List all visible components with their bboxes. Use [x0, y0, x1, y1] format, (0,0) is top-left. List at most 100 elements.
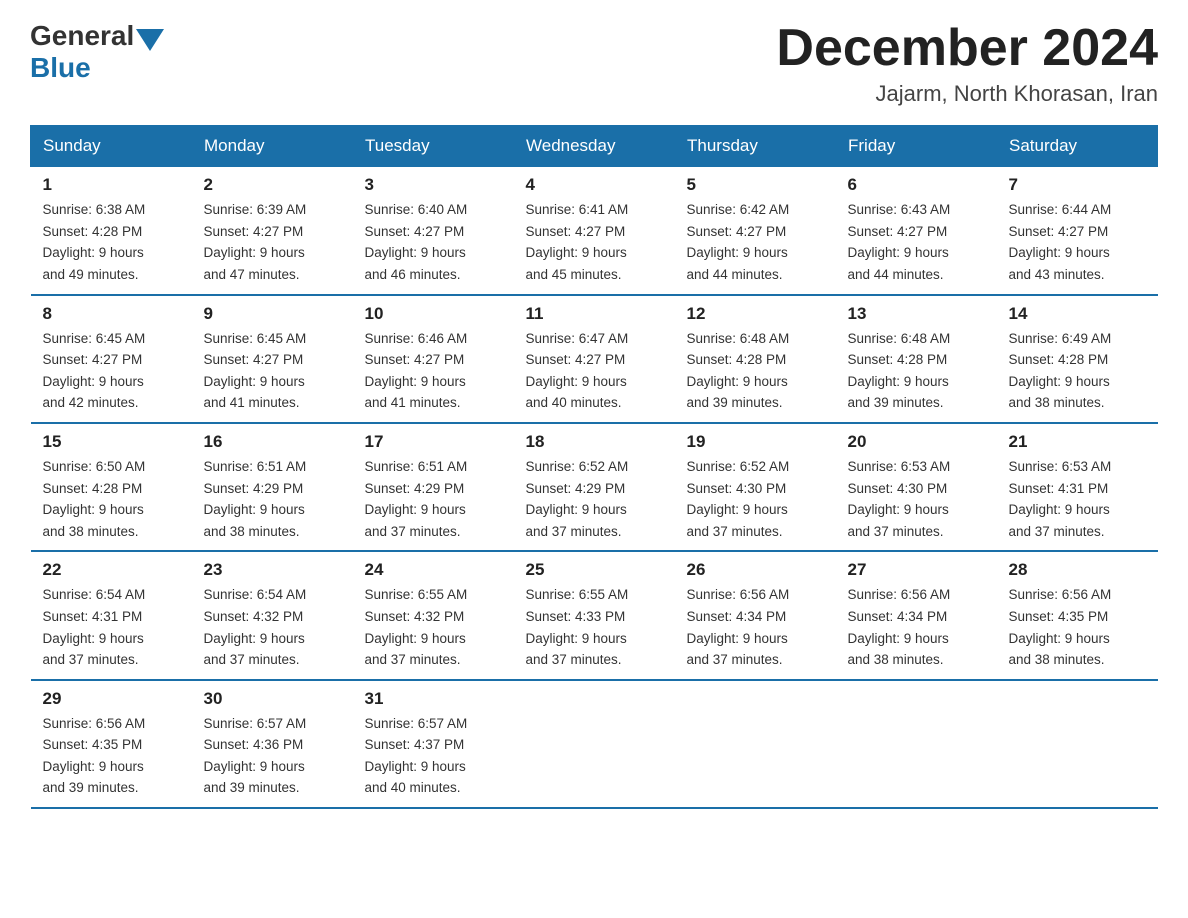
day-info: Sunrise: 6:43 AMSunset: 4:27 PMDaylight:… [848, 199, 985, 285]
day-info: Sunrise: 6:55 AMSunset: 4:32 PMDaylight:… [365, 584, 502, 670]
day-info: Sunrise: 6:53 AMSunset: 4:30 PMDaylight:… [848, 456, 985, 542]
day-info: Sunrise: 6:56 AMSunset: 4:34 PMDaylight:… [848, 584, 985, 670]
calendar-cell: 29 Sunrise: 6:56 AMSunset: 4:35 PMDaylig… [31, 680, 192, 808]
day-info: Sunrise: 6:42 AMSunset: 4:27 PMDaylight:… [687, 199, 824, 285]
day-info: Sunrise: 6:57 AMSunset: 4:36 PMDaylight:… [204, 713, 341, 799]
calendar-cell: 17 Sunrise: 6:51 AMSunset: 4:29 PMDaylig… [353, 423, 514, 551]
calendar-week-row: 22 Sunrise: 6:54 AMSunset: 4:31 PMDaylig… [31, 551, 1158, 679]
day-number: 11 [526, 304, 663, 324]
day-number: 25 [526, 560, 663, 580]
day-number: 5 [687, 175, 824, 195]
day-number: 21 [1009, 432, 1146, 452]
day-number: 20 [848, 432, 985, 452]
day-number: 6 [848, 175, 985, 195]
calendar-cell: 8 Sunrise: 6:45 AMSunset: 4:27 PMDayligh… [31, 295, 192, 423]
weekday-header-row: SundayMondayTuesdayWednesdayThursdayFrid… [31, 126, 1158, 167]
day-number: 30 [204, 689, 341, 709]
day-info: Sunrise: 6:54 AMSunset: 4:31 PMDaylight:… [43, 584, 180, 670]
calendar-week-row: 29 Sunrise: 6:56 AMSunset: 4:35 PMDaylig… [31, 680, 1158, 808]
calendar-cell: 3 Sunrise: 6:40 AMSunset: 4:27 PMDayligh… [353, 167, 514, 295]
day-info: Sunrise: 6:56 AMSunset: 4:35 PMDaylight:… [1009, 584, 1146, 670]
day-number: 17 [365, 432, 502, 452]
title-section: December 2024 Jajarm, North Khorasan, Ir… [776, 20, 1158, 107]
calendar-week-row: 15 Sunrise: 6:50 AMSunset: 4:28 PMDaylig… [31, 423, 1158, 551]
calendar-cell: 18 Sunrise: 6:52 AMSunset: 4:29 PMDaylig… [514, 423, 675, 551]
day-number: 31 [365, 689, 502, 709]
day-info: Sunrise: 6:46 AMSunset: 4:27 PMDaylight:… [365, 328, 502, 414]
calendar-week-row: 1 Sunrise: 6:38 AMSunset: 4:28 PMDayligh… [31, 167, 1158, 295]
calendar-cell: 21 Sunrise: 6:53 AMSunset: 4:31 PMDaylig… [997, 423, 1158, 551]
day-info: Sunrise: 6:52 AMSunset: 4:30 PMDaylight:… [687, 456, 824, 542]
calendar-cell: 12 Sunrise: 6:48 AMSunset: 4:28 PMDaylig… [675, 295, 836, 423]
calendar-cell: 28 Sunrise: 6:56 AMSunset: 4:35 PMDaylig… [997, 551, 1158, 679]
day-number: 3 [365, 175, 502, 195]
weekday-header-wednesday: Wednesday [514, 126, 675, 167]
day-info: Sunrise: 6:57 AMSunset: 4:37 PMDaylight:… [365, 713, 502, 799]
day-info: Sunrise: 6:50 AMSunset: 4:28 PMDaylight:… [43, 456, 180, 542]
day-number: 1 [43, 175, 180, 195]
day-number: 14 [1009, 304, 1146, 324]
day-number: 2 [204, 175, 341, 195]
day-number: 13 [848, 304, 985, 324]
logo-blue-text: Blue [30, 52, 91, 84]
calendar-cell: 10 Sunrise: 6:46 AMSunset: 4:27 PMDaylig… [353, 295, 514, 423]
calendar-cell: 16 Sunrise: 6:51 AMSunset: 4:29 PMDaylig… [192, 423, 353, 551]
weekday-header-friday: Friday [836, 126, 997, 167]
day-number: 15 [43, 432, 180, 452]
day-number: 10 [365, 304, 502, 324]
day-info: Sunrise: 6:47 AMSunset: 4:27 PMDaylight:… [526, 328, 663, 414]
weekday-header-sunday: Sunday [31, 126, 192, 167]
weekday-header-thursday: Thursday [675, 126, 836, 167]
calendar-cell: 4 Sunrise: 6:41 AMSunset: 4:27 PMDayligh… [514, 167, 675, 295]
day-number: 26 [687, 560, 824, 580]
day-info: Sunrise: 6:41 AMSunset: 4:27 PMDaylight:… [526, 199, 663, 285]
calendar-cell: 26 Sunrise: 6:56 AMSunset: 4:34 PMDaylig… [675, 551, 836, 679]
day-info: Sunrise: 6:44 AMSunset: 4:27 PMDaylight:… [1009, 199, 1146, 285]
calendar-cell [675, 680, 836, 808]
day-info: Sunrise: 6:55 AMSunset: 4:33 PMDaylight:… [526, 584, 663, 670]
day-number: 8 [43, 304, 180, 324]
day-info: Sunrise: 6:39 AMSunset: 4:27 PMDaylight:… [204, 199, 341, 285]
day-info: Sunrise: 6:40 AMSunset: 4:27 PMDaylight:… [365, 199, 502, 285]
calendar-table: SundayMondayTuesdayWednesdayThursdayFrid… [30, 125, 1158, 809]
day-number: 18 [526, 432, 663, 452]
calendar-cell: 9 Sunrise: 6:45 AMSunset: 4:27 PMDayligh… [192, 295, 353, 423]
calendar-cell [997, 680, 1158, 808]
month-title: December 2024 [776, 20, 1158, 77]
day-info: Sunrise: 6:56 AMSunset: 4:35 PMDaylight:… [43, 713, 180, 799]
day-number: 4 [526, 175, 663, 195]
logo: General Blue [30, 20, 166, 84]
day-number: 27 [848, 560, 985, 580]
page-header: General Blue December 2024 Jajarm, North… [30, 20, 1158, 107]
day-number: 16 [204, 432, 341, 452]
day-info: Sunrise: 6:51 AMSunset: 4:29 PMDaylight:… [204, 456, 341, 542]
calendar-cell [836, 680, 997, 808]
day-number: 12 [687, 304, 824, 324]
calendar-cell: 30 Sunrise: 6:57 AMSunset: 4:36 PMDaylig… [192, 680, 353, 808]
day-info: Sunrise: 6:51 AMSunset: 4:29 PMDaylight:… [365, 456, 502, 542]
day-info: Sunrise: 6:56 AMSunset: 4:34 PMDaylight:… [687, 584, 824, 670]
calendar-cell: 22 Sunrise: 6:54 AMSunset: 4:31 PMDaylig… [31, 551, 192, 679]
day-number: 24 [365, 560, 502, 580]
calendar-cell: 6 Sunrise: 6:43 AMSunset: 4:27 PMDayligh… [836, 167, 997, 295]
day-info: Sunrise: 6:48 AMSunset: 4:28 PMDaylight:… [848, 328, 985, 414]
calendar-cell: 19 Sunrise: 6:52 AMSunset: 4:30 PMDaylig… [675, 423, 836, 551]
calendar-cell: 31 Sunrise: 6:57 AMSunset: 4:37 PMDaylig… [353, 680, 514, 808]
calendar-cell: 27 Sunrise: 6:56 AMSunset: 4:34 PMDaylig… [836, 551, 997, 679]
logo-general-text: General [30, 20, 134, 52]
day-number: 22 [43, 560, 180, 580]
day-number: 7 [1009, 175, 1146, 195]
day-info: Sunrise: 6:45 AMSunset: 4:27 PMDaylight:… [204, 328, 341, 414]
day-info: Sunrise: 6:52 AMSunset: 4:29 PMDaylight:… [526, 456, 663, 542]
logo-triangle-icon [136, 29, 164, 51]
day-info: Sunrise: 6:38 AMSunset: 4:28 PMDaylight:… [43, 199, 180, 285]
calendar-cell: 2 Sunrise: 6:39 AMSunset: 4:27 PMDayligh… [192, 167, 353, 295]
calendar-cell: 1 Sunrise: 6:38 AMSunset: 4:28 PMDayligh… [31, 167, 192, 295]
calendar-cell: 15 Sunrise: 6:50 AMSunset: 4:28 PMDaylig… [31, 423, 192, 551]
calendar-cell: 25 Sunrise: 6:55 AMSunset: 4:33 PMDaylig… [514, 551, 675, 679]
calendar-cell: 20 Sunrise: 6:53 AMSunset: 4:30 PMDaylig… [836, 423, 997, 551]
day-number: 19 [687, 432, 824, 452]
calendar-week-row: 8 Sunrise: 6:45 AMSunset: 4:27 PMDayligh… [31, 295, 1158, 423]
day-number: 23 [204, 560, 341, 580]
calendar-cell: 23 Sunrise: 6:54 AMSunset: 4:32 PMDaylig… [192, 551, 353, 679]
